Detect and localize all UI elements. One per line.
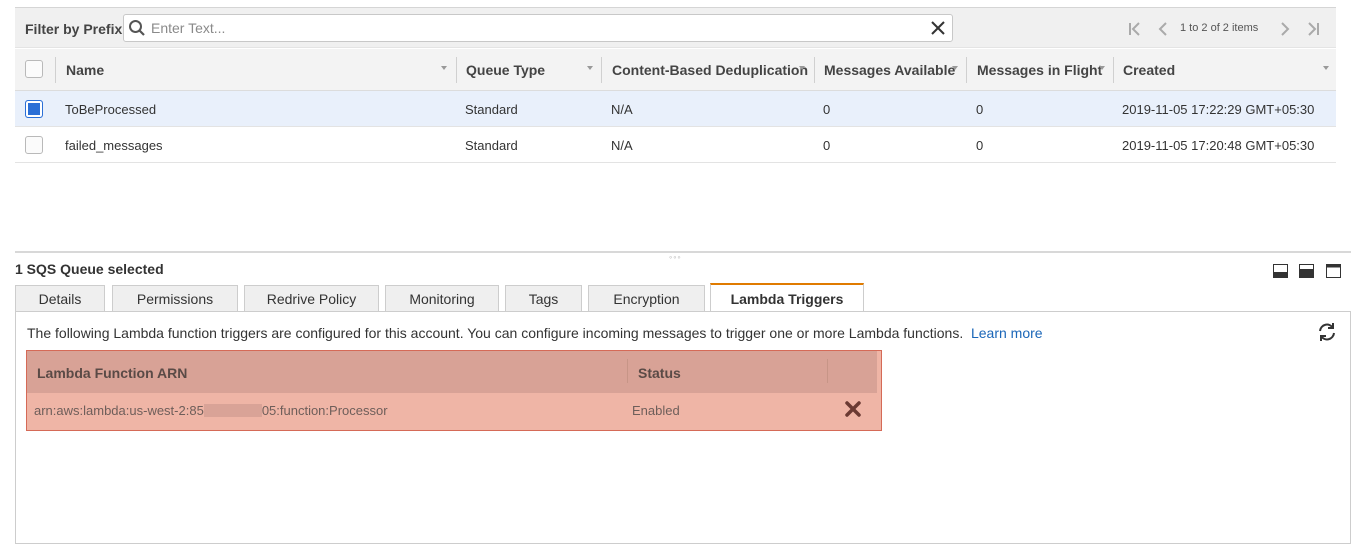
row-checkbox[interactable] bbox=[25, 136, 43, 154]
prev-page-icon[interactable] bbox=[1156, 20, 1170, 41]
queue-available: 0 bbox=[823, 138, 831, 153]
queue-table: Name Queue Type Content-Based Deduplicat… bbox=[15, 49, 1336, 163]
learn-more-link[interactable]: Learn more bbox=[971, 325, 1043, 341]
sort-icon bbox=[441, 66, 447, 70]
filter-input[interactable] bbox=[149, 18, 919, 38]
queue-created: 2019-11-05 17:22:29 GMT+05:30 bbox=[1122, 102, 1315, 117]
panel-description: The following Lambda function triggers a… bbox=[27, 325, 1043, 341]
queue-name[interactable]: ToBeProcessed bbox=[65, 102, 156, 117]
layout-icons bbox=[1265, 264, 1341, 281]
column-header-messages-in-flight[interactable]: Messages in Flight bbox=[977, 49, 1107, 91]
pager-text: 1 to 2 of 2 items bbox=[1180, 22, 1259, 34]
first-page-icon[interactable] bbox=[1126, 20, 1144, 41]
pane-splitter[interactable] bbox=[15, 251, 1351, 253]
column-header-dedup[interactable]: Content-Based Deduplication bbox=[612, 49, 808, 91]
queue-created: 2019-11-05 17:20:48 GMT+05:30 bbox=[1122, 138, 1315, 153]
select-all-checkbox[interactable] bbox=[25, 60, 43, 78]
queue-dedup: N/A bbox=[611, 138, 633, 153]
refresh-icon[interactable] bbox=[1316, 322, 1338, 345]
column-header-lambda-arn: Lambda Function ARN bbox=[37, 365, 188, 381]
queue-name[interactable]: failed_messages bbox=[65, 138, 163, 153]
tab-monitoring[interactable]: Monitoring bbox=[385, 285, 499, 313]
lambda-triggers-table: Lambda Function ARN Status arn:aws:lambd… bbox=[26, 350, 882, 431]
queue-dedup: N/A bbox=[611, 102, 633, 117]
next-page-icon[interactable] bbox=[1278, 20, 1292, 41]
pagination: 1 to 2 of 2 items bbox=[1126, 18, 1336, 40]
redacted-block bbox=[203, 404, 262, 417]
layout-top-icon[interactable] bbox=[1326, 264, 1341, 281]
table-row[interactable]: failed_messages Standard N/A 0 0 2019-11… bbox=[15, 127, 1336, 163]
tab-details[interactable]: Details bbox=[15, 285, 105, 313]
queue-inflight: 0 bbox=[976, 102, 984, 117]
column-header-status: Status bbox=[638, 365, 681, 381]
filter-label: Filter by Prefix: bbox=[25, 21, 127, 37]
lambda-table-header: Lambda Function ARN Status bbox=[27, 351, 877, 393]
sort-icon bbox=[1099, 66, 1105, 70]
table-row[interactable]: ToBeProcessed Standard N/A 0 0 2019-11-0… bbox=[15, 91, 1336, 127]
delete-icon[interactable] bbox=[844, 400, 862, 421]
filter-bar: Filter by Prefix: 1 to 2 of 2 items bbox=[15, 7, 1336, 48]
lambda-status: Enabled bbox=[632, 403, 680, 418]
column-header-created[interactable]: Created bbox=[1123, 49, 1329, 91]
filter-input-wrapper[interactable] bbox=[123, 14, 953, 42]
tab-tags[interactable]: Tags bbox=[505, 285, 582, 313]
layout-bottom-icon[interactable] bbox=[1272, 264, 1288, 281]
clear-icon[interactable] bbox=[929, 19, 947, 40]
tab-lambda-triggers[interactable]: Lambda Triggers bbox=[710, 283, 864, 313]
tab-redrive-policy[interactable]: Redrive Policy bbox=[244, 285, 379, 313]
description-text: The following Lambda function triggers a… bbox=[27, 325, 964, 341]
column-header-messages-available[interactable]: Messages Available bbox=[824, 49, 964, 91]
sort-icon bbox=[799, 66, 805, 70]
search-icon bbox=[128, 19, 146, 40]
layout-split-icon[interactable] bbox=[1299, 264, 1315, 281]
tab-permissions[interactable]: Permissions bbox=[112, 285, 238, 313]
sort-icon bbox=[587, 66, 593, 70]
column-header-name[interactable]: Name bbox=[66, 49, 451, 91]
last-page-icon[interactable] bbox=[1304, 20, 1322, 41]
lambda-triggers-panel: The following Lambda function triggers a… bbox=[15, 311, 1351, 544]
queue-type: Standard bbox=[465, 138, 518, 153]
splitter-grip-icon[interactable]: ◦◦◦ bbox=[669, 252, 682, 262]
table-header: Name Queue Type Content-Based Deduplicat… bbox=[15, 49, 1336, 91]
sort-icon bbox=[1323, 66, 1329, 70]
queue-inflight: 0 bbox=[976, 138, 984, 153]
lambda-arn: arn:aws:lambda:us-west-2:85 05:function:P… bbox=[34, 403, 388, 418]
column-header-queue-type[interactable]: Queue Type bbox=[466, 49, 596, 91]
sort-icon bbox=[952, 66, 958, 70]
queue-type: Standard bbox=[465, 102, 518, 117]
row-checkbox[interactable] bbox=[25, 100, 43, 118]
selection-title: 1 SQS Queue selected bbox=[15, 261, 164, 277]
tab-encryption[interactable]: Encryption bbox=[588, 285, 705, 313]
queue-available: 0 bbox=[823, 102, 831, 117]
